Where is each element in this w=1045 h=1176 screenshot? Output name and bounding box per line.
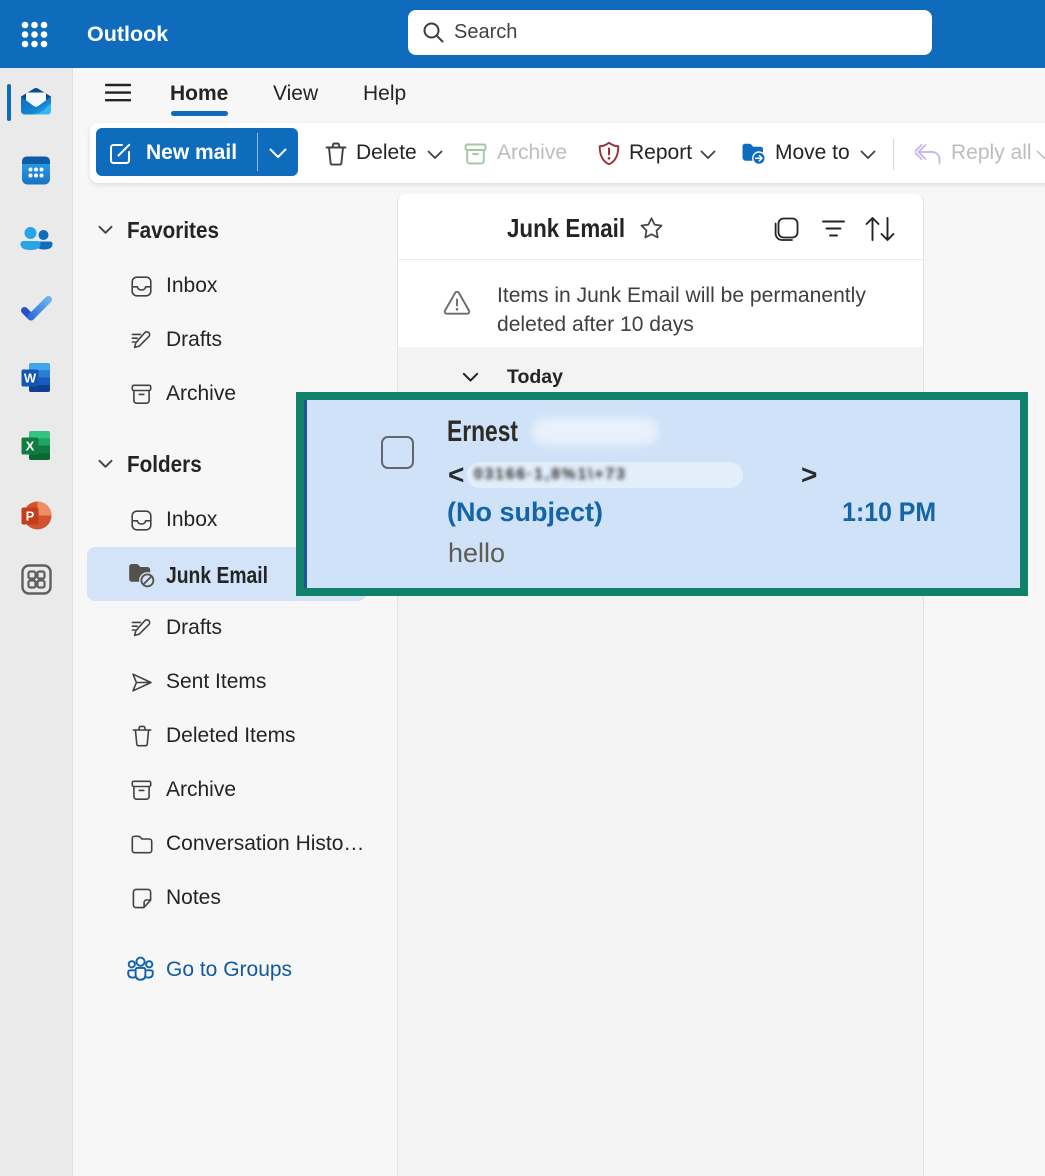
svg-text:P: P: [26, 508, 35, 523]
svg-text:X: X: [26, 438, 35, 453]
svg-text:W: W: [24, 370, 37, 385]
